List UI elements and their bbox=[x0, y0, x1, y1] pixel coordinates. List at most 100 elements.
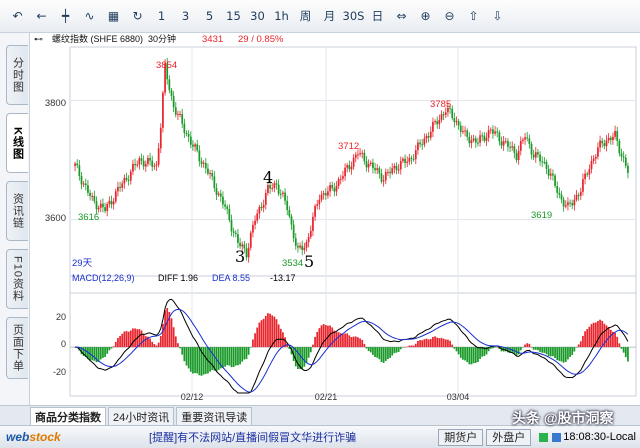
candle-body bbox=[301, 245, 304, 250]
undo-icon[interactable]: ↶ bbox=[6, 4, 29, 28]
macd-bar bbox=[187, 347, 190, 369]
candlestick-icon[interactable]: ┿ bbox=[54, 4, 77, 28]
back-arrow-icon[interactable]: ← bbox=[30, 4, 53, 28]
period-30[interactable]: 30 bbox=[246, 4, 269, 28]
price-tick-3800: 3800 bbox=[45, 98, 66, 109]
chart-area[interactable]: ⊷ 螺纹指数 (SHFE 6880) 30分钟 3431 29 / 0.85% … bbox=[30, 33, 640, 405]
candle-body bbox=[125, 177, 128, 180]
candle-body bbox=[284, 192, 286, 201]
macd-bar bbox=[346, 333, 349, 348]
annotation-3712: 3712 bbox=[338, 141, 359, 152]
macd-dea: DEA 8.55 bbox=[212, 273, 250, 283]
candle-body bbox=[440, 114, 443, 120]
futures-account-button[interactable]: 期货户 bbox=[438, 428, 484, 446]
period-1h[interactable]: 1h bbox=[270, 4, 293, 28]
wave-label-4: 4 bbox=[263, 168, 273, 187]
annotation-3785: 3785 bbox=[430, 99, 451, 110]
period-5[interactable]: 5 bbox=[198, 4, 221, 28]
line-style-icon[interactable]: ∿ bbox=[78, 4, 101, 28]
macd-bar bbox=[545, 347, 548, 355]
candle-body bbox=[524, 137, 526, 140]
macd-bar bbox=[102, 347, 104, 358]
period-15[interactable]: 15 bbox=[222, 4, 245, 28]
macd-bar bbox=[455, 347, 458, 352]
candle-body bbox=[119, 186, 121, 188]
zoom-in-icon[interactable]: ⊕ bbox=[414, 4, 437, 28]
candle-body bbox=[327, 191, 329, 196]
macd-bar bbox=[380, 347, 383, 363]
macd-bar bbox=[110, 347, 113, 349]
arrow-up-icon[interactable]: ⇧ bbox=[462, 4, 485, 28]
macd-bar bbox=[352, 336, 355, 348]
candle-body bbox=[549, 173, 552, 176]
macd-bar bbox=[260, 320, 263, 348]
period-week[interactable]: 周 bbox=[294, 4, 317, 28]
grid-icon[interactable]: ▦ bbox=[102, 4, 125, 28]
macd-bar bbox=[590, 324, 593, 348]
candle-body bbox=[432, 121, 434, 132]
period-3[interactable]: 3 bbox=[174, 4, 197, 28]
macd-bar bbox=[243, 347, 246, 360]
candle-body bbox=[599, 140, 601, 148]
arrow-left-right-icon[interactable]: ⇔ bbox=[390, 4, 413, 28]
candle-body bbox=[202, 162, 205, 164]
macd-bar bbox=[275, 319, 278, 348]
macd-bar bbox=[492, 347, 494, 349]
candle-body bbox=[470, 140, 473, 144]
candle-body bbox=[425, 136, 428, 139]
zoom-out-icon[interactable]: ⊖ bbox=[438, 4, 461, 28]
macd-bar bbox=[217, 347, 220, 370]
macd-bar bbox=[584, 331, 586, 348]
period-1[interactable]: 1 bbox=[150, 4, 173, 28]
macd-bar bbox=[462, 347, 464, 360]
tab-news-chain[interactable]: 资讯链 bbox=[6, 181, 28, 241]
tab-24h-news[interactable]: 24小时资讯 bbox=[108, 407, 175, 425]
candle-body bbox=[406, 161, 409, 163]
macd-bar bbox=[479, 347, 481, 359]
candle-body bbox=[479, 135, 481, 143]
macd-bar bbox=[569, 347, 571, 357]
macd-bar bbox=[547, 347, 550, 357]
tab-commodity-index[interactable]: 商品分类指数 bbox=[30, 407, 106, 425]
tab-order[interactable]: 页面下单 bbox=[6, 317, 28, 379]
macd-bar bbox=[586, 329, 589, 348]
fraud-alert-link[interactable]: [提醒]有不法网站/直播间假冒文华进行诈骗 bbox=[70, 429, 435, 445]
candle-body bbox=[357, 154, 359, 156]
candle-body bbox=[226, 206, 229, 209]
tab-key-news[interactable]: 重要资讯导读 bbox=[176, 407, 253, 425]
info-period[interactable]: 30分钟 bbox=[148, 33, 176, 44]
info-collapse-icon[interactable]: ⊷ bbox=[34, 34, 43, 44]
tab-f10[interactable]: F10资料 bbox=[6, 249, 28, 309]
candle-body bbox=[185, 132, 188, 134]
candle-body bbox=[354, 154, 357, 158]
macd-bar bbox=[119, 335, 121, 348]
macd-bar bbox=[575, 347, 578, 348]
refresh-icon[interactable]: ↻ bbox=[126, 4, 149, 28]
macd-bar bbox=[363, 343, 366, 348]
candle-body bbox=[342, 176, 344, 179]
period-day[interactable]: 日 bbox=[366, 4, 389, 28]
macd-bar bbox=[117, 337, 119, 348]
candle-body bbox=[179, 113, 181, 115]
candle-body bbox=[82, 183, 85, 185]
candle-body bbox=[408, 157, 411, 162]
foreign-account-button[interactable]: 外盘户 bbox=[486, 428, 532, 446]
candle-body bbox=[95, 201, 98, 210]
candle-body bbox=[554, 175, 556, 186]
candle-body bbox=[438, 119, 441, 125]
macd-bar bbox=[277, 324, 280, 348]
candle-body bbox=[361, 152, 364, 154]
tab-intraday[interactable]: 分时图 bbox=[6, 45, 28, 105]
candle-body bbox=[87, 185, 89, 193]
macd-bar bbox=[541, 347, 544, 353]
candle-body bbox=[391, 168, 394, 174]
macd-bar bbox=[104, 347, 106, 358]
arrow-down-icon[interactable]: ⇩ bbox=[486, 4, 509, 28]
tab-kline[interactable]: K线图 bbox=[6, 113, 28, 173]
macd-bar bbox=[151, 341, 154, 348]
candle-body bbox=[288, 210, 291, 217]
period-30s[interactable]: 30S bbox=[342, 4, 365, 28]
period-month[interactable]: 月 bbox=[318, 4, 341, 28]
candle-body bbox=[363, 152, 366, 162]
candle-body bbox=[534, 152, 537, 158]
